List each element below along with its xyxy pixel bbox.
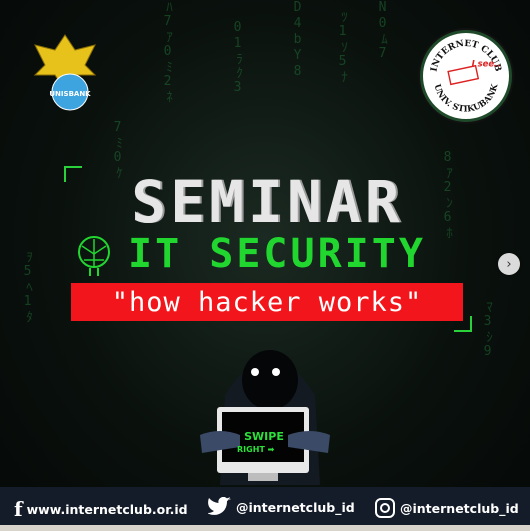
twitter-link[interactable]: @internetclub_id: [208, 497, 355, 517]
instagram-link[interactable]: @internetclub_id: [374, 497, 519, 519]
next-post-peek: [0, 525, 530, 531]
matrix-rain: N0ﾑ7: [375, 0, 390, 62]
internet-club-logo: INTERNET CLUB UNIV. STIKUBANK I see..: [420, 30, 512, 122]
matrix-rain: 01ﾗｸ3: [230, 20, 245, 96]
arrow-right-icon: ➡: [267, 445, 275, 454]
twitter-icon: [208, 497, 231, 515]
svg-text:I see..: I see..: [472, 59, 501, 69]
website-link[interactable]: f www.internetclub.or.id: [14, 497, 188, 521]
matrix-rain: 7ﾐ0ｹ: [110, 120, 125, 180]
title-seminar: SEMINAR: [131, 168, 404, 236]
matrix-rain: ﾂ1ｿ5ﾅ: [335, 10, 350, 84]
hooded-hacker-illustration: [200, 350, 330, 485]
tagline-banner: "how hacker works": [71, 283, 463, 321]
matrix-rain: ﾏ3ｼ9: [480, 300, 495, 360]
instagram-icon: [375, 498, 395, 518]
svg-text:UNISBANK: UNISBANK: [49, 90, 91, 98]
instagram-post-image: ﾊ7ｱ0ﾐ2ﾈ 01ﾗｸ3 D4bY8 ﾂ1ｿ5ﾅ N0ﾑ7 8ｱ2ﾝ6ﾎ ﾏ3…: [0, 0, 530, 531]
tagline-text: "how hacker works": [111, 286, 423, 318]
matrix-rain: D4bY8: [290, 0, 305, 80]
right-text: RIGHT: [237, 445, 265, 454]
chevron-right-icon: ›: [506, 256, 512, 272]
matrix-rain: ｦ5ﾍ1ﾀ: [20, 250, 35, 324]
swipe-right-label: RIGHT ➡: [237, 445, 297, 454]
unisbank-logo: UNISBANK: [33, 34, 97, 111]
instagram-handle: @internetclub_id: [400, 500, 519, 516]
matrix-rain: ﾊ7ｱ0ﾐ2ﾈ: [160, 0, 175, 104]
brain-circuit-icon: [78, 236, 110, 276]
svg-text:UNIV. STIKUBANK: UNIV. STIKUBANK: [433, 82, 500, 114]
carousel-next-button[interactable]: ›: [498, 253, 520, 275]
swipe-label: SWIPE: [244, 430, 284, 443]
twitter-handle: @internetclub_id: [236, 499, 355, 515]
footer-bar: f www.internetclub.or.id @internetclub_i…: [0, 487, 530, 525]
subtitle-it-security: IT SECURITY: [128, 231, 426, 277]
website-text: www.internetclub.or.id: [26, 501, 188, 517]
facebook-icon: f: [14, 497, 23, 521]
